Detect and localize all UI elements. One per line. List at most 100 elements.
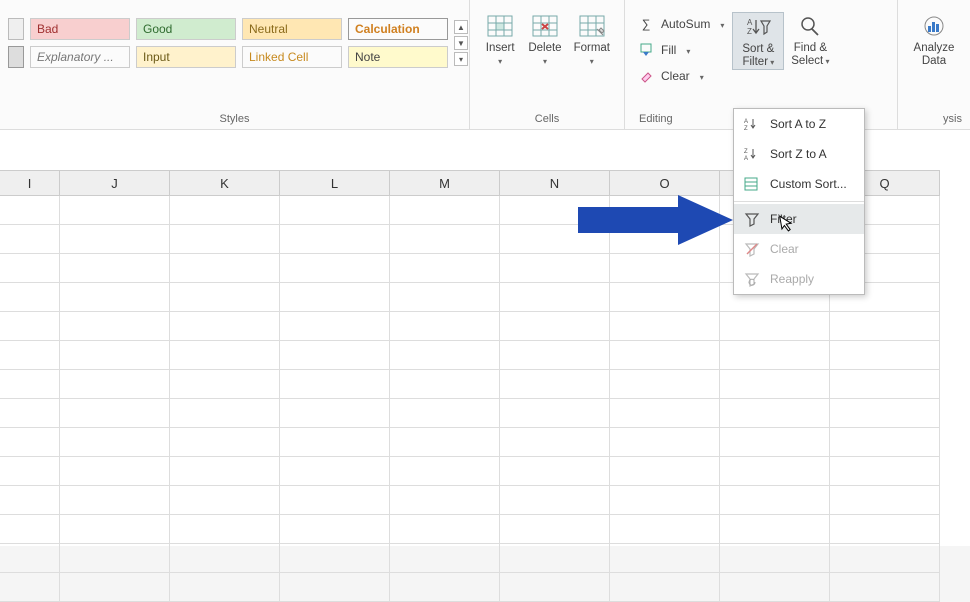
cell[interactable]: [720, 370, 830, 399]
cell[interactable]: [280, 573, 390, 602]
cell[interactable]: [720, 399, 830, 428]
col-header[interactable]: M: [390, 170, 500, 196]
cell[interactable]: [720, 544, 830, 573]
cell[interactable]: [170, 544, 280, 573]
cell[interactable]: [0, 254, 60, 283]
cell[interactable]: [610, 457, 720, 486]
cell[interactable]: [830, 544, 940, 573]
cell[interactable]: [60, 486, 170, 515]
cell[interactable]: [280, 544, 390, 573]
cell[interactable]: [390, 515, 500, 544]
cell[interactable]: [170, 428, 280, 457]
cell[interactable]: [280, 254, 390, 283]
cell[interactable]: [60, 573, 170, 602]
cell[interactable]: [280, 399, 390, 428]
format-button[interactable]: Format: [568, 12, 616, 68]
style-input[interactable]: Input: [136, 46, 236, 68]
cell[interactable]: [170, 312, 280, 341]
col-header[interactable]: L: [280, 170, 390, 196]
cell[interactable]: [170, 573, 280, 602]
delete-button[interactable]: Delete: [522, 12, 567, 68]
cell[interactable]: [830, 312, 940, 341]
sort-filter-button[interactable]: A Z Sort & Filter: [732, 12, 784, 70]
cell[interactable]: [500, 515, 610, 544]
cell[interactable]: [500, 399, 610, 428]
cell[interactable]: [0, 515, 60, 544]
cell[interactable]: [170, 486, 280, 515]
cell[interactable]: [610, 515, 720, 544]
cell[interactable]: [610, 341, 720, 370]
cell[interactable]: [390, 196, 500, 225]
cell[interactable]: [610, 544, 720, 573]
cell[interactable]: [390, 457, 500, 486]
cell[interactable]: [0, 341, 60, 370]
cell[interactable]: [280, 457, 390, 486]
cell[interactable]: [390, 312, 500, 341]
cell[interactable]: [60, 399, 170, 428]
cell[interactable]: [60, 283, 170, 312]
cell[interactable]: [500, 283, 610, 312]
cell[interactable]: [170, 225, 280, 254]
cell[interactable]: [500, 370, 610, 399]
cell[interactable]: [720, 428, 830, 457]
cell[interactable]: [0, 283, 60, 312]
cell[interactable]: [60, 544, 170, 573]
cell[interactable]: [720, 515, 830, 544]
chevron-down-icon[interactable]: ▼: [454, 36, 468, 50]
cell[interactable]: [60, 515, 170, 544]
cell[interactable]: [500, 254, 610, 283]
style-swatch[interactable]: [8, 18, 24, 40]
cell[interactable]: [0, 486, 60, 515]
cell[interactable]: [610, 573, 720, 602]
clear-button[interactable]: Clear: [633, 64, 728, 88]
cell[interactable]: [280, 312, 390, 341]
cell[interactable]: [170, 196, 280, 225]
fill-button[interactable]: Fill: [633, 38, 728, 62]
cell[interactable]: [0, 312, 60, 341]
style-explanatory[interactable]: Explanatory ...: [30, 46, 130, 68]
cell[interactable]: [830, 515, 940, 544]
cell[interactable]: [390, 428, 500, 457]
style-gallery-expand[interactable]: ▾: [454, 52, 468, 66]
cell[interactable]: [610, 486, 720, 515]
cell[interactable]: [500, 341, 610, 370]
style-note[interactable]: Note: [348, 46, 448, 68]
cell[interactable]: [0, 457, 60, 486]
style-good[interactable]: Good: [136, 18, 236, 40]
cell[interactable]: [0, 196, 60, 225]
cell[interactable]: [0, 428, 60, 457]
cell[interactable]: [0, 573, 60, 602]
cell[interactable]: [280, 370, 390, 399]
cell[interactable]: [170, 341, 280, 370]
cell[interactable]: [60, 370, 170, 399]
cell[interactable]: [830, 399, 940, 428]
cell[interactable]: [610, 428, 720, 457]
cell[interactable]: [390, 573, 500, 602]
cell[interactable]: [60, 428, 170, 457]
cell[interactable]: [500, 428, 610, 457]
cell[interactable]: [60, 312, 170, 341]
menu-sort-z-to-a[interactable]: ZA Sort Z to A: [734, 139, 864, 169]
cell[interactable]: [0, 544, 60, 573]
cell[interactable]: [60, 225, 170, 254]
cell[interactable]: [280, 196, 390, 225]
find-select-button[interactable]: Find & Select: [784, 12, 836, 68]
cell[interactable]: [0, 225, 60, 254]
cell[interactable]: [830, 370, 940, 399]
col-header[interactable]: K: [170, 170, 280, 196]
cell[interactable]: [720, 457, 830, 486]
cell[interactable]: [830, 428, 940, 457]
cell[interactable]: [830, 573, 940, 602]
cell[interactable]: [830, 457, 940, 486]
cell[interactable]: [500, 486, 610, 515]
style-gallery-scroll[interactable]: ▲ ▼ ▾: [454, 18, 468, 66]
cell[interactable]: [0, 399, 60, 428]
insert-button[interactable]: Insert: [478, 12, 522, 68]
cell[interactable]: [390, 370, 500, 399]
cell[interactable]: [390, 283, 500, 312]
style-neutral[interactable]: Neutral: [242, 18, 342, 40]
chevron-up-icon[interactable]: ▲: [454, 20, 468, 34]
cell[interactable]: [390, 341, 500, 370]
cell[interactable]: [60, 457, 170, 486]
cell[interactable]: [170, 254, 280, 283]
